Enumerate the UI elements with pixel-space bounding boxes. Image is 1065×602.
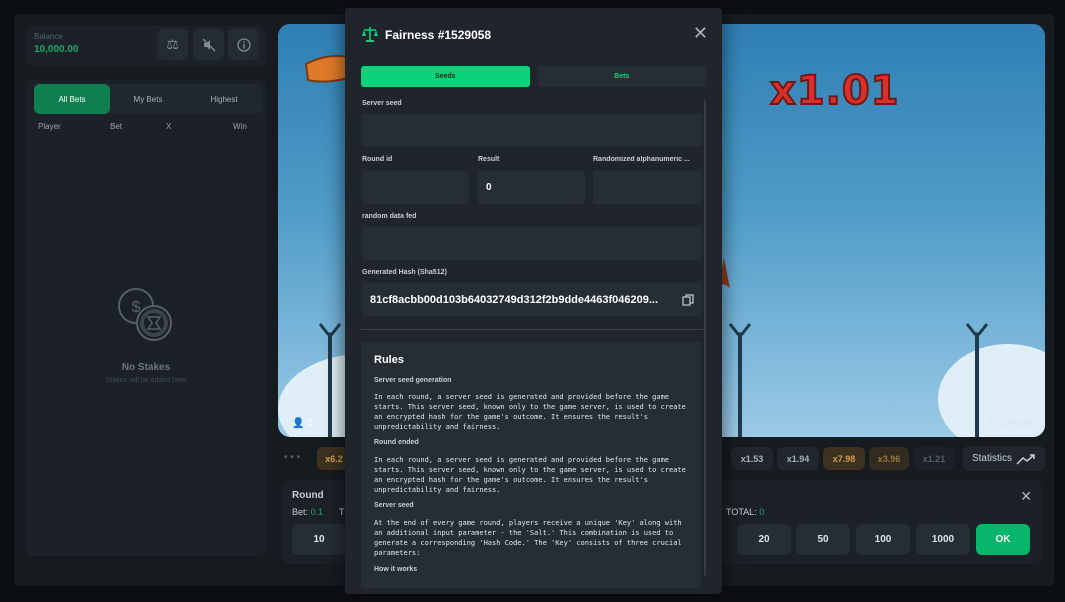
modal-title: Fairness #1529058: [385, 28, 492, 42]
server-seed-field[interactable]: [362, 114, 702, 147]
fairness-modal: Fairness #1529058 ✕ Seeds Bets Server se…: [345, 8, 722, 594]
bet-amount-label: Bet:: [292, 507, 309, 517]
copy-icon[interactable]: [682, 294, 694, 306]
chip-20[interactable]: 20: [737, 524, 791, 555]
statistics-label: Statistics: [971, 453, 1012, 464]
close-icon[interactable]: ✕: [693, 23, 708, 44]
info-icon: [236, 37, 251, 52]
lamp-head: [965, 323, 989, 336]
info-button[interactable]: [228, 29, 259, 60]
rules-section-title: Round ended: [374, 439, 419, 446]
ok-button[interactable]: OK: [976, 524, 1030, 555]
players-count: 👤 0: [292, 418, 313, 429]
sound-off-icon: [201, 37, 216, 52]
rules-section-title: Server seed generation: [374, 377, 452, 384]
history-item[interactable]: x1.21: [913, 447, 955, 470]
total-label: TOTAL:: [726, 507, 757, 517]
random-data-field[interactable]: [362, 227, 702, 260]
bets-tabs: All Bets My Bets Highest: [34, 84, 262, 114]
random-data-label: random data fed: [362, 213, 417, 220]
history-dots-icon: • • •: [284, 452, 301, 463]
tab-bets[interactable]: Bets: [537, 66, 706, 87]
balance-label: Balance: [34, 32, 63, 41]
history-item[interactable]: x7.98: [823, 447, 865, 470]
round-id-field[interactable]: [362, 171, 469, 204]
chip-10[interactable]: 10: [292, 524, 346, 555]
multiplier-display: x1.01: [769, 67, 900, 115]
tab-highest[interactable]: Highest: [186, 84, 262, 114]
randomized-field[interactable]: [593, 171, 702, 204]
column-player: Player: [38, 122, 61, 131]
lamp-post: [328, 334, 332, 437]
scrollbar[interactable]: [704, 100, 706, 576]
modal-tabs: Seeds Bets: [361, 66, 706, 87]
players-value: 0: [307, 418, 313, 429]
scales-icon: [362, 27, 378, 42]
divider: [361, 329, 703, 330]
hash-value: 81cf8acbb00d103b64032749d312f2b9dde4463f…: [370, 293, 659, 306]
balance-value: 10,000.00: [34, 44, 79, 55]
mute-button[interactable]: [193, 29, 224, 60]
lamp-post: [975, 334, 979, 437]
history-item[interactable]: x1.94: [777, 447, 819, 470]
lamp-post: [738, 334, 742, 437]
no-stakes-subtitle: Stakes will be added here: [105, 377, 187, 384]
coins-icon: $: [118, 288, 172, 341]
scales-icon: ⚖: [166, 36, 179, 52]
rules-title: Rules: [374, 354, 404, 366]
rules-box: Rules Server seed generation In each rou…: [361, 342, 701, 588]
total-value: 0: [759, 507, 765, 517]
chip-100[interactable]: 100: [856, 524, 910, 555]
round-id-label: Round id: [362, 156, 393, 163]
statistics-button[interactable]: Statistics: [963, 446, 1045, 471]
tab-my-bets[interactable]: My Bets: [110, 84, 186, 114]
lamp-head: [728, 323, 752, 336]
bet-panel-title: Round: [292, 490, 324, 501]
round-number: #1529058: [988, 418, 1034, 429]
bet-panel-close-button[interactable]: ✕: [1020, 488, 1032, 505]
rules-section-text: At the end of every game round, players …: [374, 519, 682, 557]
trend-icon: [1016, 453, 1035, 465]
rules-section-text: In each round, a server seed is generate…: [374, 393, 686, 431]
result-label: Result: [478, 156, 500, 163]
bet-panel-t: T: [339, 507, 345, 517]
user-icon: 👤: [292, 418, 305, 429]
bet-amount: Bet: 0.1: [292, 507, 323, 517]
total-amount: TOTAL: 0: [726, 507, 764, 517]
chip-1000[interactable]: 1000: [916, 524, 970, 555]
tab-all-bets[interactable]: All Bets: [34, 84, 110, 114]
fairness-button[interactable]: ⚖: [157, 29, 188, 60]
history-item[interactable]: x1.53: [731, 447, 773, 470]
tab-seeds[interactable]: Seeds: [361, 66, 530, 87]
rules-section-text: In each round, a server seed is generate…: [374, 456, 686, 494]
lamp-head: [318, 323, 342, 336]
no-stakes-title: No Stakes: [121, 362, 171, 373]
chip-50[interactable]: 50: [796, 524, 850, 555]
bets-panel: All Bets My Bets Highest Player Bet X Wi…: [26, 80, 266, 556]
column-bet: Bet: [110, 122, 123, 131]
rules-section-title: Server seed: [374, 502, 414, 509]
history-item[interactable]: x3.96: [869, 447, 909, 470]
hash-label: Generated Hash (Sha512): [362, 269, 447, 276]
hash-field[interactable]: 81cf8acbb00d103b64032749d312f2b9dde4463f…: [362, 283, 702, 316]
server-seed-label: Server seed: [362, 100, 402, 107]
column-x: X: [166, 122, 172, 131]
bet-amount-value: 0.1: [310, 507, 324, 517]
column-win: Win: [233, 122, 247, 131]
rules-section-title: How it works: [374, 566, 418, 573]
result-field[interactable]: 0: [478, 171, 585, 204]
randomized-label: Randomized alphanumeric ...: [593, 156, 690, 163]
